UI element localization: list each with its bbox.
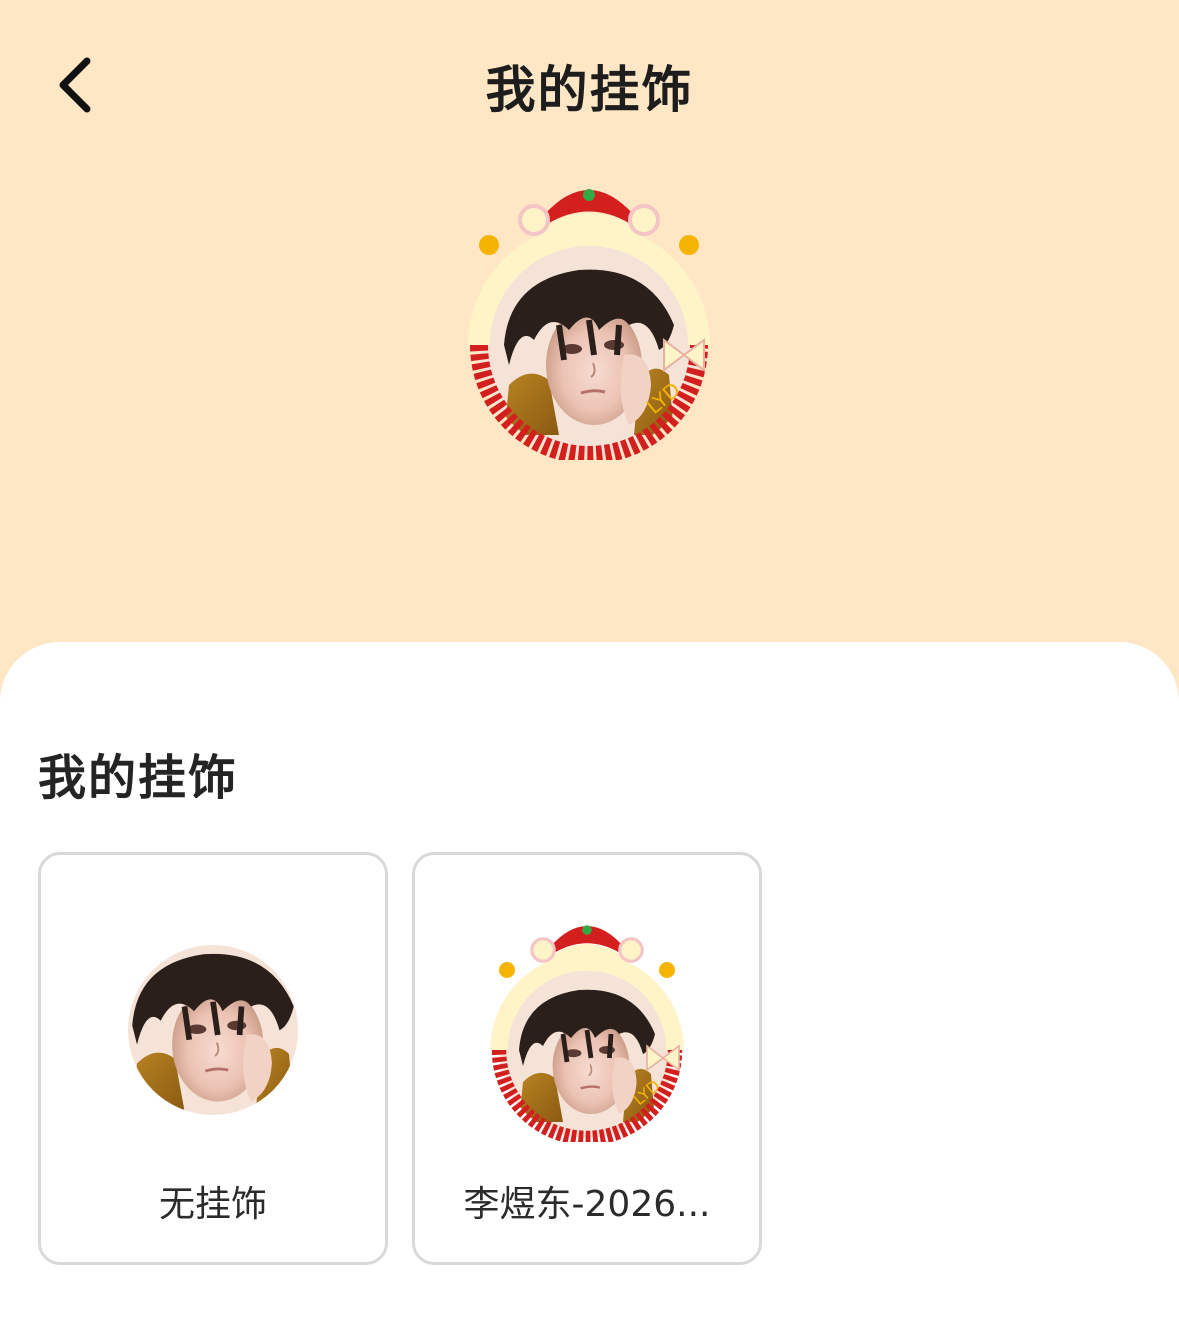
current-avatar-preview: LYD — [464, 170, 714, 464]
option-label: 李煜东-2026... — [463, 1184, 711, 1225]
decoration-sheet: 我的挂饰 无挂饰 LYD 李煜东-2026... — [0, 642, 1179, 1342]
framed-avatar-thumb: LYD — [487, 910, 687, 1146]
option-label: 无挂饰 — [158, 1184, 267, 1225]
decoration-option-2026[interactable]: LYD 李煜东-2026... — [412, 852, 762, 1265]
section-title: 我的挂饰 — [38, 750, 239, 806]
plain-avatar — [128, 945, 298, 1115]
page-title: 我的挂饰 — [485, 61, 694, 119]
header-bar: 我的挂饰 — [0, 0, 1179, 170]
framed-avatar-image: LYD — [468, 189, 710, 464]
decoration-option-none[interactable]: 无挂饰 — [38, 852, 388, 1265]
